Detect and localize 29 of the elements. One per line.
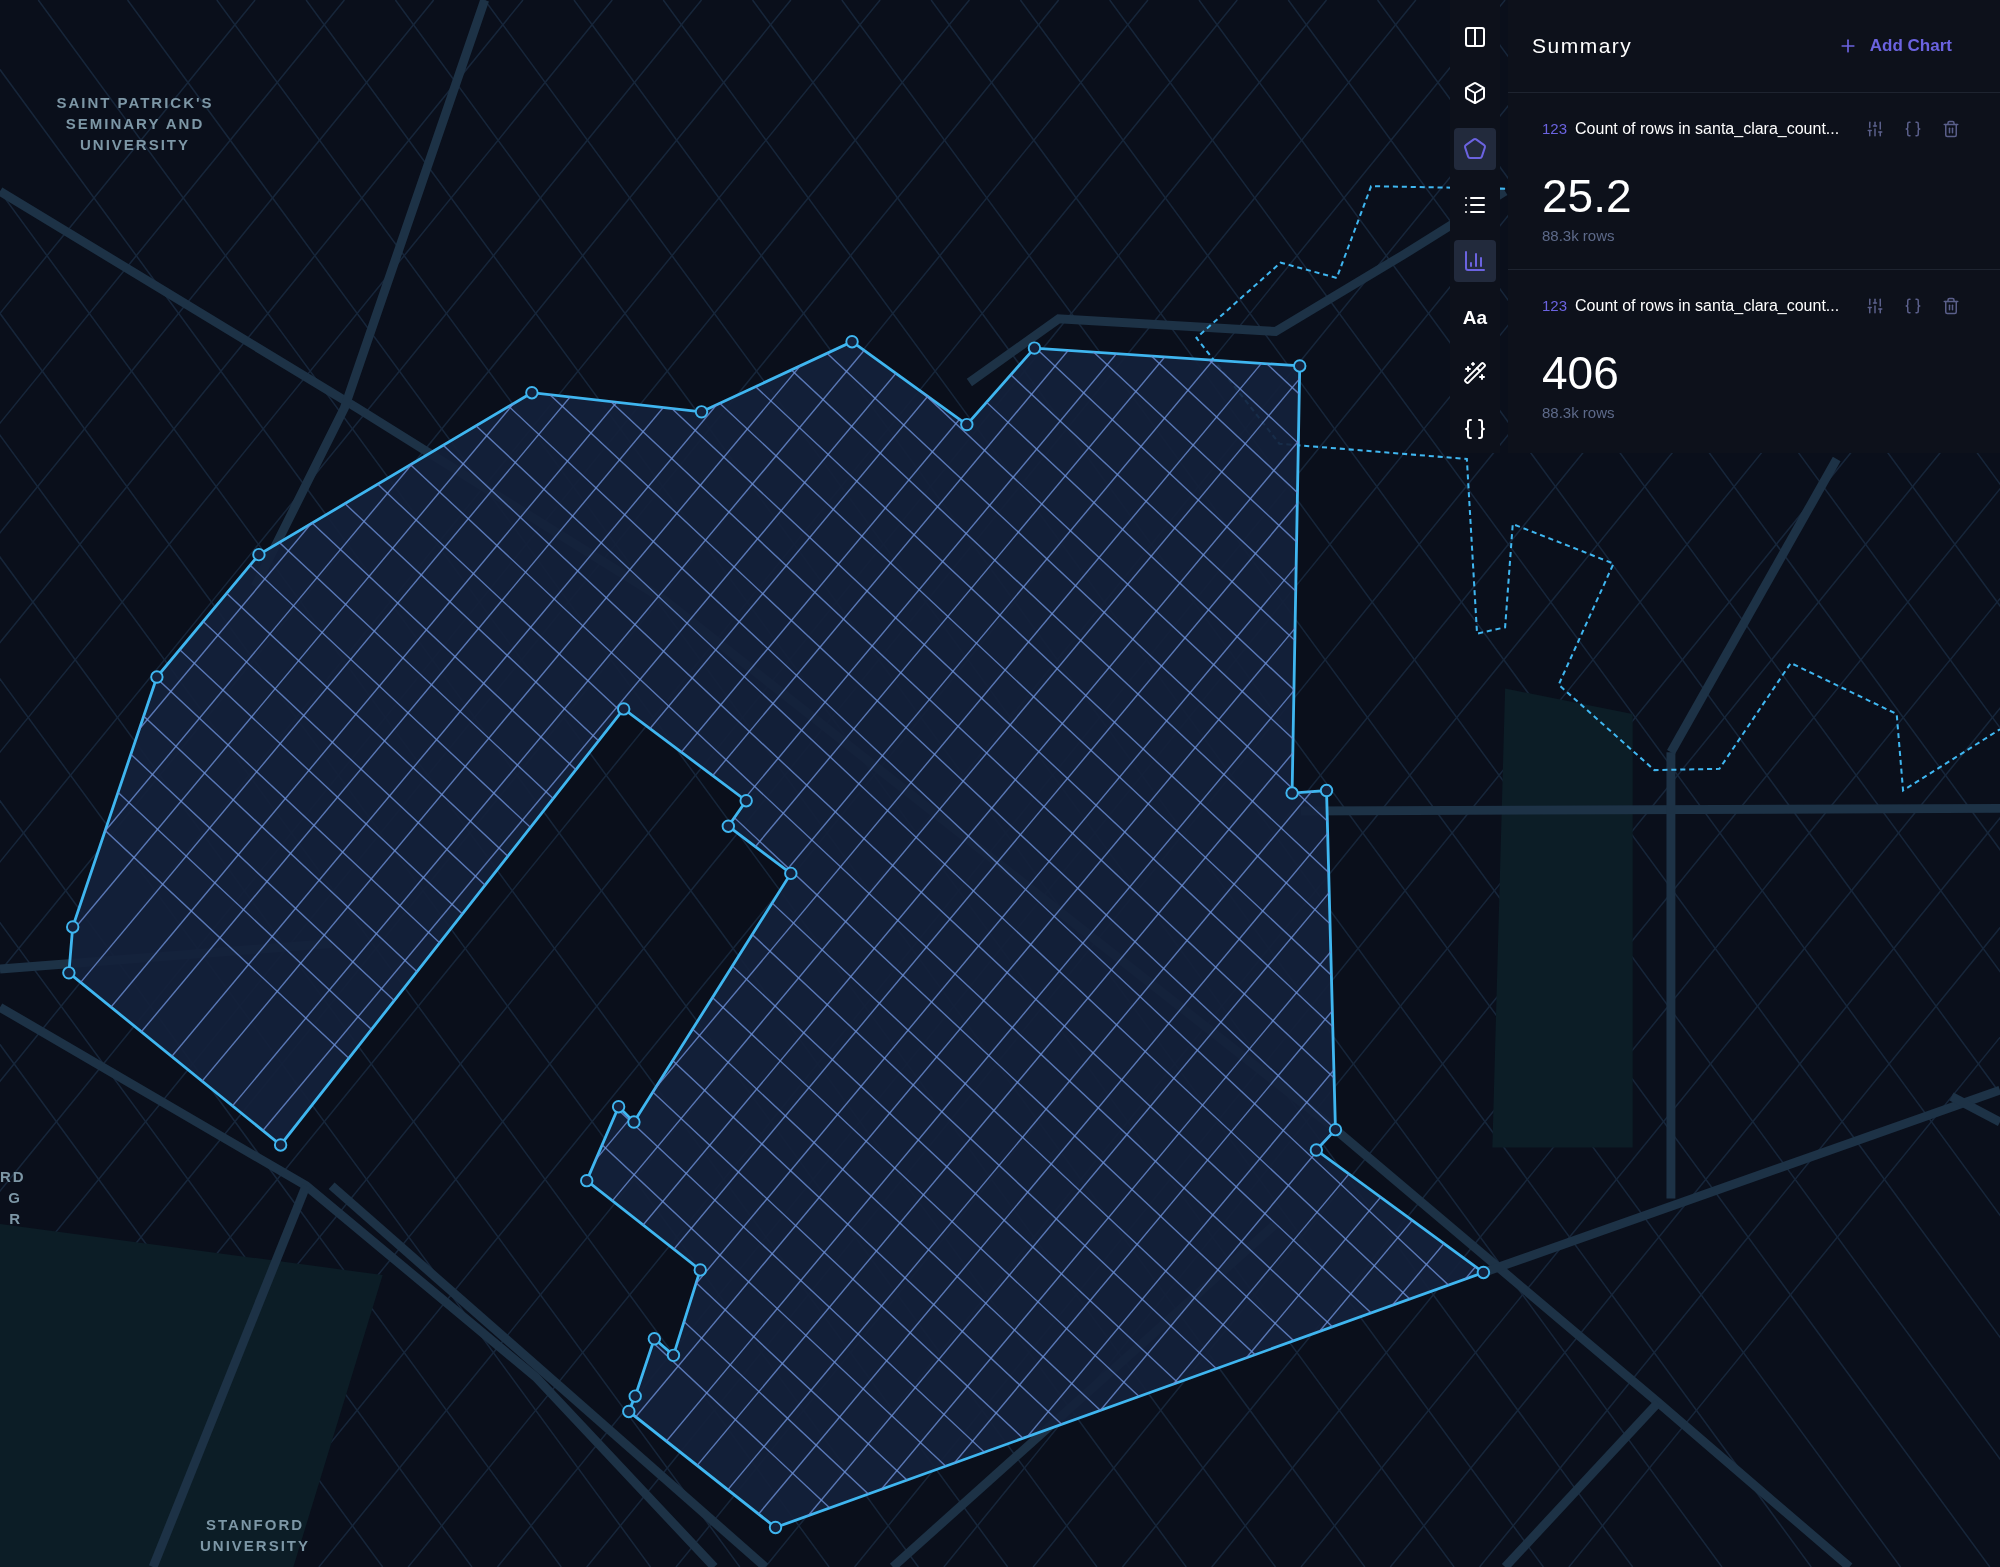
braces-icon[interactable] [1904,120,1922,138]
map-place-label: STANFORD UNIVERSITY [199,1515,311,1556]
text-tool-button[interactable]: Aa [1454,296,1496,338]
map-place-label: SAINT PATRICK'S SEMINARY AND UNIVERSITY [55,93,215,155]
map-place-label: RD G R [0,1167,22,1229]
braces-icon[interactable] [1904,297,1922,315]
metric-value: 25.2 [1542,173,1633,219]
selected-area-polygon[interactable] [62,335,1491,1535]
magic-wand-icon [1463,361,1487,385]
panel-title: Summary [1532,33,1633,60]
trash-icon[interactable] [1942,297,1960,315]
number-type-label: 123 [1542,118,1568,139]
number-type-label: 123 [1542,295,1568,316]
sliders-icon[interactable] [1866,120,1884,138]
card-title: Count of rows in santa_clara_count... [1575,119,1840,139]
row-count: 88.3k rows [1542,403,1616,423]
row-count: 88.3k rows [1542,226,1616,246]
cube-icon [1463,81,1487,105]
braces-icon [1463,417,1487,441]
sliders-icon[interactable] [1866,297,1884,315]
polygon-icon [1463,137,1487,161]
trash-icon[interactable] [1942,120,1960,138]
card-title: Count of rows in santa_clara_count... [1575,296,1840,316]
metric-value: 406 [1542,350,1620,396]
split-view-icon [1463,25,1487,49]
add-chart-button[interactable]: Add Chart [1837,33,1952,59]
polygon-tool-button[interactable] [1454,128,1496,170]
chart-tool-button[interactable] [1454,240,1496,282]
bar-chart-icon [1463,249,1487,273]
